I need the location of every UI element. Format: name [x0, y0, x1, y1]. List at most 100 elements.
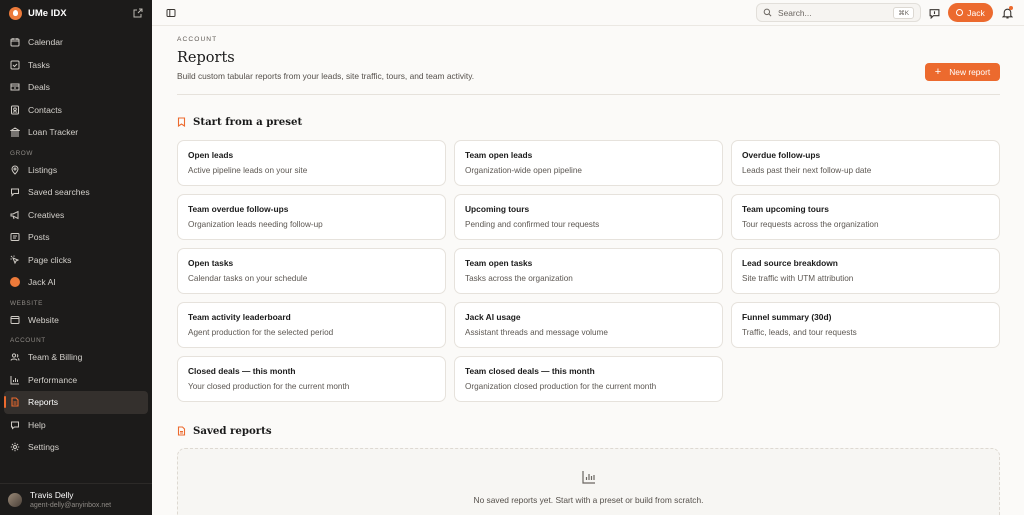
- preset-title: Team overdue follow-ups: [188, 204, 289, 214]
- preset-title: Open tasks: [188, 258, 234, 268]
- new-report-button[interactable]: + New report: [925, 63, 1000, 81]
- sidebar-item-settings[interactable]: Settings: [0, 436, 152, 459]
- preset-title: Upcoming tours: [465, 204, 530, 214]
- sidebar-item-label: Website: [28, 314, 59, 325]
- sidebar-item-label: Page clicks: [28, 254, 72, 265]
- section-label-website: WEBSITE: [10, 299, 43, 307]
- sidebar-item-page-clicks[interactable]: Page clicks: [0, 249, 152, 272]
- jack-button[interactable]: Jack: [948, 3, 993, 22]
- section-label-grow: GROW: [10, 149, 33, 157]
- sidebar-item-team-billing[interactable]: Team & Billing: [0, 346, 152, 369]
- deals-icon: [10, 83, 20, 91]
- saved-reports-empty-state: No saved reports yet. Start with a prese…: [177, 448, 1000, 515]
- preset-grid: Open leads Active pipeline leads on your …: [177, 140, 1000, 402]
- user-name: Travis Delly: [30, 490, 74, 500]
- sidebar-item-help[interactable]: Help: [0, 414, 152, 437]
- preset-title: Team closed deals — this month: [465, 366, 595, 376]
- cursor-icon: [10, 255, 20, 264]
- search-placeholder: Search...: [778, 7, 812, 18]
- preset-desc: Agent production for the selected period: [188, 328, 334, 337]
- document-icon: [177, 426, 186, 436]
- sidebar-item-performance[interactable]: Performance: [0, 369, 152, 392]
- sidebar-item-loan-tracker[interactable]: Loan Tracker: [0, 121, 152, 144]
- preset-card-open-leads[interactable]: Open leads Active pipeline leads on your …: [177, 140, 446, 186]
- sidebar-item-label: Performance: [28, 374, 78, 385]
- preset-desc: Leads past their next follow-up date: [742, 166, 872, 175]
- preset-desc: Assistant threads and message volume: [465, 328, 608, 337]
- user-email: agent-delly@anyinbox.net: [30, 502, 112, 509]
- search-input[interactable]: Search... ⌘K: [756, 3, 921, 22]
- preset-desc: Tour requests across the organization: [742, 220, 879, 229]
- sidebar-toggle-icon[interactable]: [166, 8, 176, 18]
- preset-desc: Active pipeline leads on your site: [188, 166, 308, 175]
- sidebar-item-creatives[interactable]: Creatives: [0, 204, 152, 227]
- divider: [177, 94, 1000, 95]
- sidebar-item-posts[interactable]: Posts: [0, 226, 152, 249]
- report-icon: [11, 397, 19, 407]
- sidebar-item-label: Deals: [28, 82, 50, 93]
- megaphone-icon: [10, 210, 19, 220]
- preset-card-team-open-tasks[interactable]: Team open tasks Tasks across the organiza…: [454, 248, 723, 294]
- preset-title: Jack AI usage: [465, 312, 521, 322]
- preset-card-lead-source-breakdown[interactable]: Lead source breakdown Site traffic with U…: [731, 248, 1000, 294]
- sidebar-item-deals[interactable]: Deals: [0, 76, 152, 99]
- preset-card-team-closed-deals-this-month[interactable]: Team closed deals — this month Organizati…: [454, 356, 723, 402]
- sidebar-item-label: Reports: [28, 397, 59, 408]
- main-content: ACCOUNT Reports Build custom tabular rep…: [152, 27, 1024, 515]
- saved-reports-heading: Saved reports: [177, 425, 272, 437]
- preset-desc: Organization closed production for the c…: [465, 382, 657, 391]
- preset-desc: Organization leads needing follow-up: [188, 220, 323, 229]
- sidebar-item-label: Listings: [28, 164, 58, 175]
- window-icon: [10, 315, 20, 324]
- preset-desc: Traffic, leads, and tour requests: [742, 328, 857, 337]
- topbar: Search... ⌘K Jack: [152, 0, 1024, 26]
- chat-icon[interactable]: [929, 8, 940, 19]
- sidebar-item-label: Posts: [28, 232, 50, 243]
- jack-ai-icon: [10, 277, 20, 288]
- preset-card-upcoming-tours[interactable]: Upcoming tours Pending and confirmed tour…: [454, 194, 723, 240]
- preset-card-jack-ai-usage[interactable]: Jack AI usage Assistant threads and messa…: [454, 302, 723, 348]
- notification-badge: [1009, 6, 1013, 10]
- empty-state-text: No saved reports yet. Start with a prese…: [473, 495, 704, 505]
- bank-icon: [10, 127, 20, 137]
- sidebar-item-website[interactable]: Website: [0, 309, 152, 332]
- post-icon: [10, 233, 20, 242]
- preset-desc: Your closed production for the current m…: [188, 382, 350, 391]
- preset-title: Overdue follow-ups: [742, 150, 821, 160]
- sidebar-item-calendar[interactable]: Calendar: [0, 31, 152, 54]
- pin-icon: [11, 165, 19, 175]
- preset-card-team-upcoming-tours[interactable]: Team upcoming tours Tour requests across …: [731, 194, 1000, 240]
- sidebar-item-contacts[interactable]: Contacts: [0, 99, 152, 122]
- preset-card-team-overdue-follow-ups[interactable]: Team overdue follow-ups Organization lead…: [177, 194, 446, 240]
- preset-card-team-activity-leaderboard[interactable]: Team activity leaderboard Agent productio…: [177, 302, 446, 348]
- checkbox-icon: [10, 60, 20, 70]
- sidebar-item-label: Settings: [28, 442, 60, 453]
- sidebar-item-listings[interactable]: Listings: [0, 159, 152, 182]
- preset-title: Team open leads: [465, 150, 533, 160]
- presets-heading: Start from a preset: [177, 116, 302, 128]
- sidebar-item-label: Creatives: [28, 209, 65, 220]
- section-label-account: ACCOUNT: [10, 337, 46, 344]
- external-link-icon[interactable]: [133, 8, 143, 18]
- page-title: Reports: [177, 50, 235, 66]
- sidebar-item-label: Loan Tracker: [28, 127, 79, 138]
- sidebar-user[interactable]: Travis Delly agent-delly@anyinbox.net: [0, 483, 152, 515]
- preset-card-overdue-follow-ups[interactable]: Overdue follow-ups Leads past their next …: [731, 140, 1000, 186]
- preset-title: Team open tasks: [465, 258, 533, 268]
- preset-card-open-tasks[interactable]: Open tasks Calendar tasks on your schedul…: [177, 248, 446, 294]
- sidebar-item-label: Tasks: [28, 59, 50, 70]
- preset-card-closed-deals-this-month[interactable]: Closed deals — this month Your closed pro…: [177, 356, 446, 402]
- preset-card-funnel-summary[interactable]: Funnel summary (30d) Traffic, leads, and …: [731, 302, 1000, 348]
- preset-title: Lead source breakdown: [742, 258, 838, 268]
- preset-title: Closed deals — this month: [188, 366, 296, 376]
- saved-reports-title: Saved reports: [193, 425, 272, 437]
- app-name: UMe IDX: [28, 7, 67, 19]
- sidebar-item-tasks[interactable]: Tasks: [0, 54, 152, 77]
- preset-desc: Site traffic with UTM attribution: [742, 274, 854, 283]
- preset-card-team-open-leads[interactable]: Team open leads Organization-wide open pi…: [454, 140, 723, 186]
- sidebar-item-reports[interactable]: Reports: [4, 391, 148, 414]
- sidebar-item-label: Team & Billing: [28, 352, 83, 363]
- sidebar-item-jack-ai[interactable]: Jack AI: [0, 271, 152, 294]
- bar-chart-icon: [582, 471, 595, 484]
- sidebar-item-saved-searches[interactable]: Saved searches: [0, 181, 152, 204]
